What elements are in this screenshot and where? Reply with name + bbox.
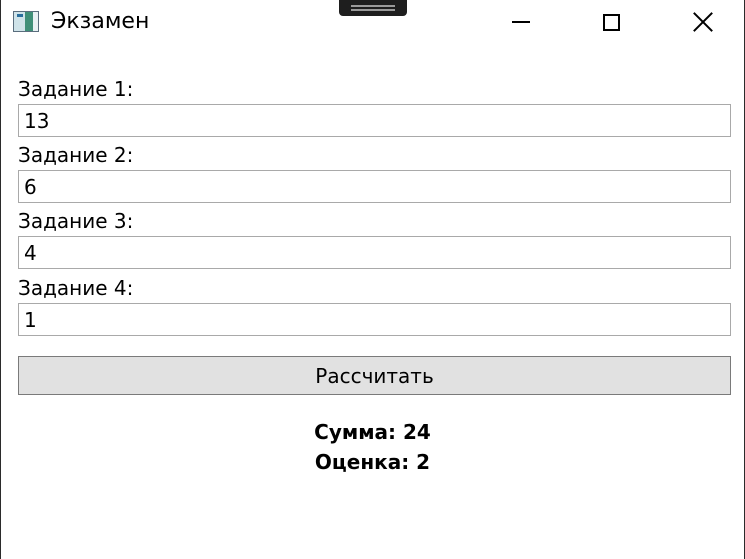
title-bar[interactable]: Экзамен <box>1 0 744 44</box>
minimize-icon <box>512 21 530 23</box>
task-1-input[interactable] <box>18 104 731 137</box>
maximize-icon <box>602 13 620 31</box>
close-button[interactable] <box>680 0 726 44</box>
task-2-label: Задание 2: <box>18 143 134 167</box>
task-4-input[interactable] <box>18 303 731 336</box>
task-3-label: Задание 3: <box>18 209 134 233</box>
minimize-button[interactable] <box>498 0 544 44</box>
app-window: Экзамен Задание 1: Задание 2: Задание 3:… <box>0 0 745 559</box>
snap-handle[interactable] <box>339 0 407 16</box>
task-2-input[interactable] <box>18 170 731 203</box>
window-title: Экзамен <box>51 9 150 34</box>
close-icon <box>692 11 714 33</box>
calculate-button[interactable]: Рассчитать <box>18 356 731 395</box>
task-3-input[interactable] <box>18 236 731 269</box>
app-window-icon <box>13 11 39 32</box>
task-4-label: Задание 4: <box>18 276 134 300</box>
task-1-label: Задание 1: <box>18 77 134 101</box>
maximize-button[interactable] <box>588 0 634 44</box>
sum-result: Сумма: 24 <box>314 420 431 444</box>
grade-result: Оценка: 2 <box>314 450 431 474</box>
